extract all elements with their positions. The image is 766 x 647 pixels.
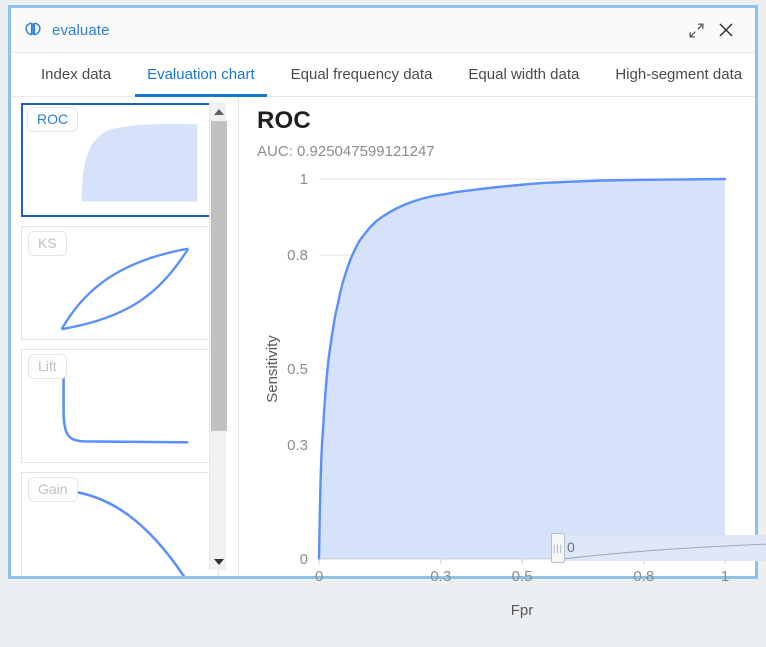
scrollbar-thumb[interactable] — [211, 121, 227, 431]
thumbnail-lift[interactable]: Lift — [21, 349, 219, 463]
chart-thumbnail-sidebar: ROC KS Lift Gain — [11, 97, 239, 576]
window-body: ROC KS Lift Gain ROC AUC: 0.925047599121… — [11, 97, 766, 619]
tab-index-data[interactable]: Index data — [29, 53, 123, 96]
svg-text:0.5: 0.5 — [512, 568, 533, 585]
caret-down-icon[interactable] — [210, 553, 227, 570]
thumbnail-label-gain: Gain — [28, 477, 78, 502]
svg-text:0: 0 — [315, 568, 323, 585]
svg-text:0.3: 0.3 — [430, 568, 451, 585]
roc-plot: 0 0.3 0.5 0.8 1 0 0.3 0.5 0.8 1 Fpr Sensitivity — [257, 167, 737, 647]
svg-text:0.8: 0.8 — [633, 568, 654, 585]
window-title: evaluate — [52, 21, 110, 39]
window-titlebar: evaluate — [11, 8, 755, 53]
expand-icon[interactable] — [681, 15, 711, 45]
caret-up-icon[interactable] — [210, 103, 227, 120]
slider-left-value: 0 — [567, 539, 575, 555]
chart-title: ROC — [257, 107, 311, 134]
slider-handle-left-glyph: ||| — [552, 542, 563, 553]
svg-text:0.8: 0.8 — [287, 247, 308, 264]
roc-plot-svg[interactable]: 0 0.3 0.5 0.8 1 0 0.3 0.5 0.8 1 Fpr Sensitivity — [257, 167, 737, 637]
svg-text:0: 0 — [300, 551, 308, 568]
svg-text:Fpr: Fpr — [511, 602, 534, 619]
slider-preview-curve — [562, 543, 766, 560]
svg-text:Sensitivity: Sensitivity — [264, 335, 281, 403]
thumbnail-gain[interactable]: Gain — [21, 472, 219, 576]
svg-text:0.5: 0.5 — [287, 361, 308, 378]
svg-text:1: 1 — [300, 171, 308, 188]
thumbnail-ks[interactable]: KS — [21, 226, 219, 340]
thumbnail-list: ROC KS Lift Gain — [21, 103, 221, 576]
chart-panel: ROC AUC: 0.925047599121247 0 0.3 0.5 0.8 1 0 0… — [239, 97, 766, 619]
tab-bar: Index data Evaluation chart Equal freque… — [11, 53, 755, 97]
data-zoom-slider[interactable]: 0 1 ||| ||| — [551, 533, 766, 563]
thumbnail-label-roc: ROC — [27, 107, 79, 132]
tab-equal-width-data[interactable]: Equal width data — [456, 53, 591, 96]
svg-text:1: 1 — [721, 568, 729, 585]
evaluate-window: evaluate Index data Evaluation chart Equ… — [8, 5, 766, 619]
tab-evaluation-chart[interactable]: Evaluation chart — [135, 53, 267, 97]
sidebar-scrollbar[interactable] — [209, 103, 227, 570]
chart-auc-label: AUC: 0.925047599121247 — [257, 143, 435, 160]
tab-high-segment-data[interactable]: High-segment data — [603, 53, 754, 96]
thumbnail-roc[interactable]: ROC — [21, 103, 219, 217]
tab-equal-frequency-data[interactable]: Equal frequency data — [279, 53, 445, 96]
thumbnail-label-lift: Lift — [28, 354, 67, 379]
thumbnail-label-ks: KS — [28, 231, 67, 256]
slider-handle-left[interactable]: ||| — [551, 533, 565, 563]
brain-icon — [23, 20, 43, 40]
close-icon[interactable] — [711, 15, 741, 45]
svg-text:0.3: 0.3 — [287, 437, 308, 454]
